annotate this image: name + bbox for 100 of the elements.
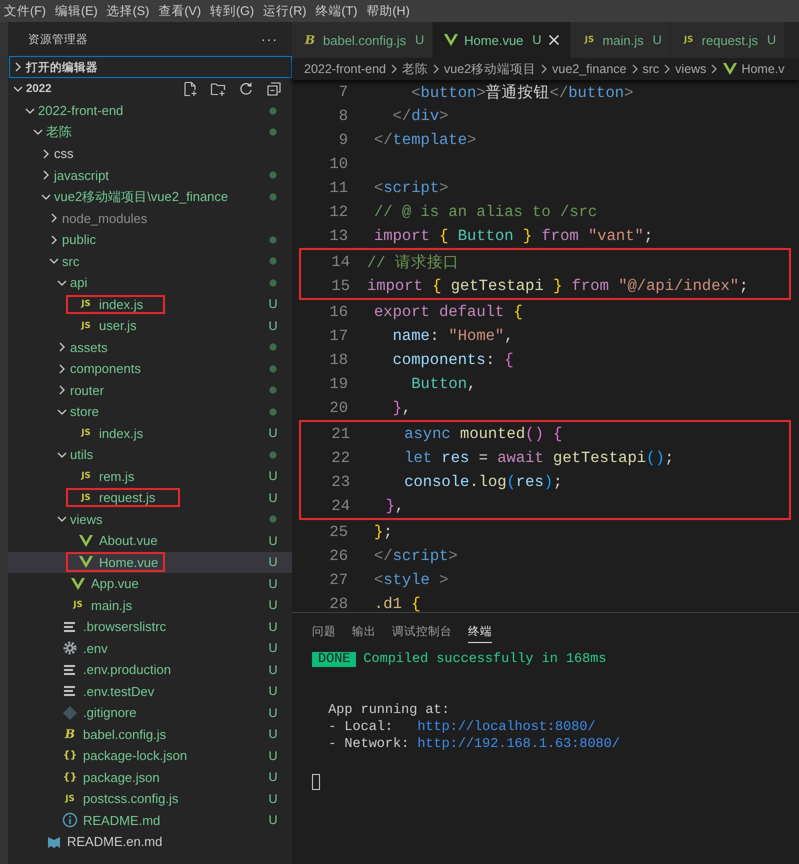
code-line: <style > [373, 571, 448, 589]
code-line: .d1 { [373, 595, 421, 612]
file-item[interactable]: {} package.json U [8, 766, 292, 788]
git-status-label: U [267, 748, 279, 763]
folder-title[interactable]: 2022 [26, 83, 182, 95]
folder-item[interactable]: router [8, 380, 292, 401]
breadcrumb-item[interactable]: vue2_finance [552, 62, 626, 76]
folder-item[interactable]: store [8, 401, 292, 422]
editor-tab[interactable]: B babel.config.js U [292, 22, 434, 58]
file-item[interactable]: Home.vue U [8, 552, 292, 573]
file-item[interactable]: .env.production U [8, 659, 292, 680]
panel-tab[interactable]: 输出 [352, 624, 376, 643]
editor-tab[interactable]: JS main.js U [571, 22, 671, 58]
git-status-label: U [267, 662, 279, 677]
folder-item[interactable]: utils [8, 444, 292, 466]
new-file-icon[interactable] [182, 81, 198, 97]
git-status-label: U [267, 318, 279, 333]
line-number: 11 [328, 179, 348, 197]
folder-item[interactable]: javascript [8, 164, 292, 186]
folder-item[interactable]: 老陈 [8, 122, 292, 143]
url-link[interactable]: http://localhost:8080/ [417, 720, 596, 735]
folder-item[interactable]: components [8, 358, 292, 380]
folder-item[interactable]: api [8, 272, 292, 294]
folder-item[interactable]: assets [8, 336, 292, 358]
line-number: 26 [328, 547, 348, 565]
folder-item[interactable]: css [8, 143, 292, 164]
file-item[interactable]: README.md U [8, 810, 292, 831]
open-editors-section[interactable]: 打开的编辑器 [9, 56, 292, 78]
code-line: console.log(res); [403, 473, 562, 491]
menu-item[interactable]: 终端(T) [313, 0, 364, 22]
breadcrumb-item[interactable]: views [675, 62, 706, 76]
new-folder-icon[interactable] [210, 81, 226, 97]
js-file-icon: JS [680, 35, 697, 45]
file-item[interactable]: .env.testDev U [8, 680, 292, 702]
breadcrumb-item[interactable]: 老陈 [402, 60, 428, 78]
file-item[interactable]: JS main.js U [8, 594, 292, 616]
js-file-icon: JS [78, 320, 94, 331]
folder-item[interactable]: views [8, 508, 292, 530]
file-item[interactable]: B babel.config.js U [8, 724, 292, 745]
folder-item[interactable]: 2022-front-end [8, 100, 292, 122]
file-item[interactable]: .gitignore U [8, 702, 292, 724]
js-file-icon: JS [78, 492, 94, 503]
panel-tab[interactable]: 终端 [468, 624, 492, 643]
menu-item[interactable]: 转到(G) [208, 0, 262, 22]
menu-item[interactable]: 帮助(H) [364, 0, 417, 22]
file-item[interactable]: JS user.js U [8, 315, 292, 336]
breadcrumb-item[interactable]: 2022-front-end [304, 62, 386, 76]
menu-item[interactable]: 运行(R) [261, 0, 314, 22]
git-status-label: U [267, 555, 279, 570]
code-line: async mounted() { [403, 425, 562, 443]
git-status-label: U [267, 490, 279, 505]
file-item[interactable]: JS postcss.config.js U [8, 788, 292, 810]
refresh-icon[interactable] [238, 81, 254, 97]
line-number: 12 [328, 203, 348, 221]
git-status-label: U [267, 534, 279, 548]
json-file-icon: {} [62, 750, 78, 762]
breadcrumb-item[interactable]: vue2移动端项目 [444, 60, 536, 78]
folder-item[interactable]: public [8, 229, 292, 250]
file-item[interactable]: JS request.js U [8, 487, 292, 508]
breadcrumb-item[interactable]: src [642, 62, 660, 76]
more-actions-button[interactable]: ··· [261, 31, 278, 47]
code-line: export default { [373, 303, 523, 321]
panel-tab[interactable]: 问题 [312, 624, 336, 643]
js-file-icon: JS [78, 299, 94, 310]
menu-item[interactable]: 查看(V) [156, 0, 208, 22]
code-line: name: "Home", [392, 327, 514, 345]
js-file-icon: JS [70, 600, 86, 610]
file-item[interactable]: JS rem.js U [8, 466, 292, 487]
breadcrumb-item[interactable]: Home.v [722, 61, 785, 77]
menu-item[interactable]: 文件(F) [2, 0, 53, 22]
terminal-line: - Local: [327, 720, 394, 735]
code-line: // @ is an alias to /src [373, 203, 598, 221]
folder-item[interactable]: node_modules [8, 208, 292, 229]
file-item[interactable]: App.vue U [8, 573, 292, 594]
file-item[interactable]: .env U [8, 638, 292, 659]
file-item[interactable]: README.en.md [8, 831, 292, 852]
line-number: 23 [330, 473, 350, 491]
git-status-label: U [267, 813, 279, 828]
collapse-all-icon[interactable] [266, 81, 282, 97]
code-line: }; [373, 523, 393, 541]
menu-item[interactable]: 选择(S) [104, 0, 156, 22]
terminal-cursor [312, 774, 320, 790]
file-item[interactable]: .browserslistrc U [8, 616, 292, 638]
panel-tab[interactable]: 调试控制台 [392, 624, 452, 643]
file-item[interactable]: JS index.js U [8, 422, 292, 444]
file-item[interactable]: About.vue U [8, 530, 292, 552]
git-status-label: U [267, 426, 279, 440]
status-badge: DONE [312, 652, 356, 667]
editor-tab[interactable]: JS request.js U [670, 22, 786, 58]
editor-tab[interactable]: Home.vue U [433, 22, 572, 58]
folder-item[interactable]: vue2移动端项目\vue2_finance [8, 186, 292, 208]
line-number: 22 [330, 449, 350, 467]
code-line: </script> [373, 547, 458, 565]
menu-item[interactable]: 编辑(E) [52, 0, 105, 22]
terminal-line: - Network: [327, 737, 410, 752]
file-item[interactable]: {} package-lock.json U [8, 745, 292, 766]
folder-item[interactable]: src [8, 250, 292, 272]
url-link[interactable]: http://192.168.1.63:8080/ [417, 737, 620, 752]
code-line: Button, [410, 375, 476, 393]
file-item[interactable]: JS index.js U [8, 294, 292, 315]
